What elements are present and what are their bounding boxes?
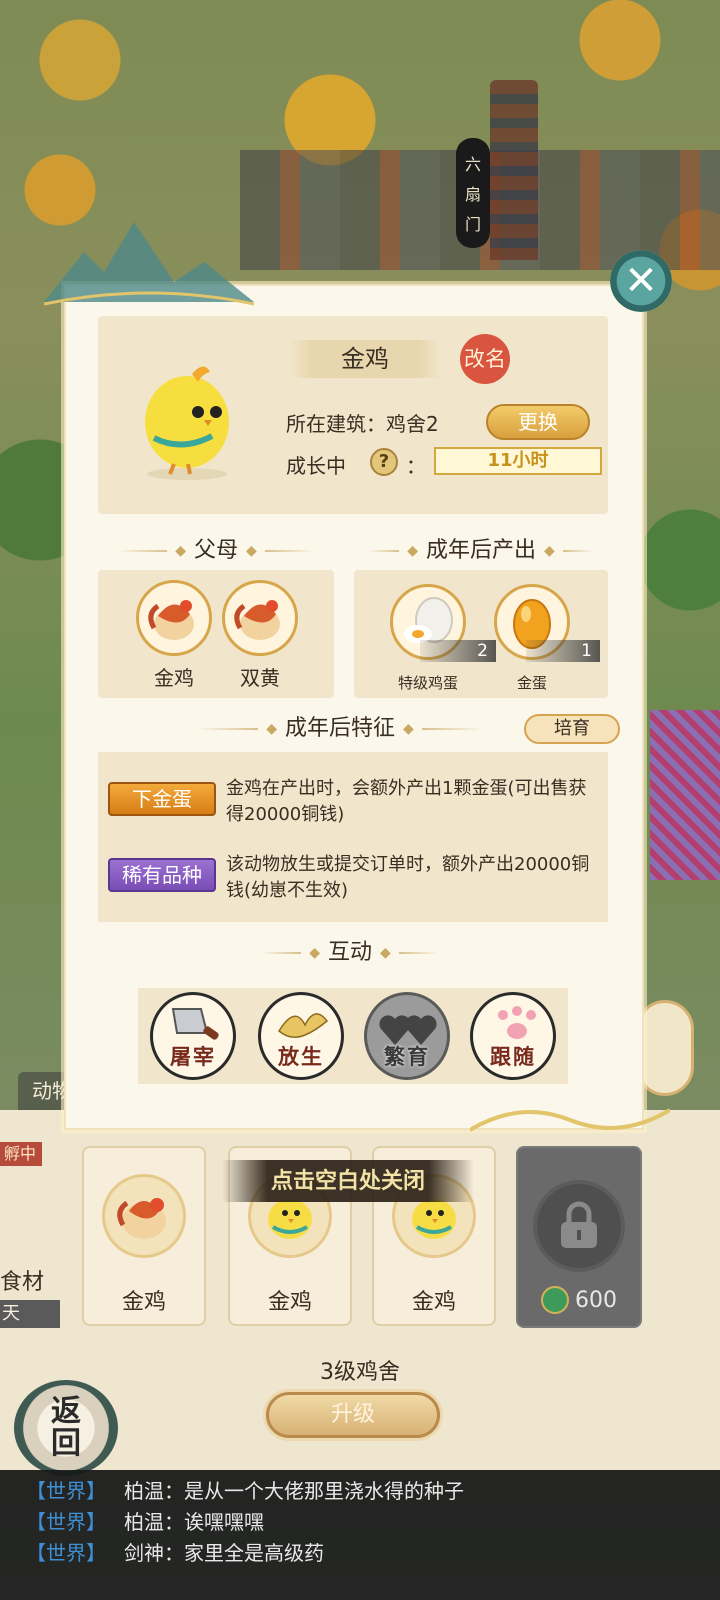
- follow-button[interactable]: 跟随: [470, 992, 556, 1080]
- sign-char: 六: [464, 155, 481, 174]
- divider: [369, 550, 400, 552]
- output-name: 金蛋: [516, 674, 547, 692]
- pen-slot[interactable]: 金鸡: [82, 1146, 206, 1326]
- chat-line: 【世界】 剑神：家里全是高级药: [26, 1538, 720, 1569]
- trait-description: 金鸡在产出时，会额外产出1颗金蛋(可出售获得20000铜钱): [226, 778, 587, 825]
- knot-icon: ◆: [403, 721, 414, 737]
- slot-name: 金鸡: [121, 1290, 166, 1315]
- output-name: 特级鸡蛋: [397, 674, 458, 692]
- knot-icon: ◆: [309, 945, 320, 961]
- trait-description: 该动物放生或提交订单时，额外产出20000铜钱(幼崽不生效): [226, 854, 590, 901]
- sign-char: 扇: [464, 185, 481, 204]
- growing-label: 成长中: [286, 454, 346, 478]
- divider: [261, 952, 302, 954]
- cloud-decoration: [470, 1108, 670, 1132]
- slaughter-button[interactable]: 屠宰: [150, 992, 236, 1080]
- mountain-decoration: [44, 222, 254, 306]
- change-building-button[interactable]: 更换: [486, 404, 590, 440]
- output-section-title: ◆ 成年后产出 ◆: [354, 536, 608, 566]
- output-title: 成年后产出: [425, 538, 536, 563]
- chat-text: 柏温：诶嘿嘿嘿: [124, 1510, 264, 1534]
- golden-egg-trait-tag[interactable]: 下金蛋: [108, 782, 216, 816]
- divider: [398, 952, 439, 954]
- unlock-cost-value: 600: [575, 1287, 617, 1313]
- chat-channel: 【世界】: [26, 1541, 106, 1565]
- help-icon[interactable]: ?: [370, 448, 398, 476]
- cultivate-button[interactable]: 培育: [524, 714, 620, 744]
- chat-line: 【世界】 柏温：是从一个大佬那里浇水得的种子: [26, 1476, 720, 1507]
- chat-channel: 【世界】: [26, 1510, 106, 1534]
- pen-level: 3级鸡舍: [320, 1360, 400, 1385]
- parents-section-title: ◆ 父母 ◆: [98, 536, 334, 566]
- knot-icon: ◆: [266, 721, 277, 737]
- rename-button[interactable]: 改名: [460, 334, 510, 384]
- rare-breed-trait-tag[interactable]: 稀有品种: [108, 858, 216, 892]
- colon: ：: [406, 454, 426, 478]
- traits-section-title: ◆ 成年后特征 ◆: [180, 714, 500, 744]
- output-quantity: 1: [526, 640, 600, 662]
- chat-text: 柏温：是从一个大佬那里浇水得的种子: [124, 1479, 464, 1503]
- jade-coin-icon: [541, 1286, 569, 1314]
- flower-field: [650, 710, 720, 880]
- rooster-icon[interactable]: [136, 580, 212, 656]
- cleaver-icon: [171, 1008, 219, 1040]
- back-char: 返: [51, 1394, 81, 1429]
- chat-text: 剑神：家里全是高级药: [124, 1541, 324, 1565]
- slot-day: 天: [0, 1300, 60, 1328]
- slot-name: 食材: [0, 1270, 45, 1295]
- parent-name: 双黄: [240, 666, 280, 690]
- location-sign[interactable]: 六 扇 门: [456, 138, 490, 248]
- knot-icon: ◆: [380, 945, 391, 961]
- divider: [562, 550, 593, 552]
- divider: [421, 728, 482, 730]
- rooster-icon: [102, 1174, 186, 1258]
- upgrade-button[interactable]: 升级: [266, 1392, 440, 1438]
- knot-icon: ◆: [246, 543, 257, 559]
- divider: [198, 728, 259, 730]
- output-quantity: 2: [420, 640, 496, 662]
- building-label: 所在建筑：鸡舍2: [286, 412, 439, 436]
- release-button[interactable]: 放生: [258, 992, 344, 1080]
- lock-icon: [533, 1180, 625, 1272]
- close-button[interactable]: ✕: [610, 250, 672, 312]
- rooster-icon[interactable]: [222, 580, 298, 656]
- unlock-cost: 600: [541, 1286, 617, 1314]
- knot-icon: ◆: [175, 543, 186, 559]
- chick-icon: [145, 366, 229, 480]
- breed-button[interactable]: 繁育: [364, 992, 450, 1080]
- hatching-badge: 孵中: [0, 1142, 43, 1166]
- close-icon: ✕: [624, 258, 658, 304]
- knot-icon: ◆: [407, 543, 418, 559]
- hearts-icon: [379, 1015, 437, 1045]
- world-chat[interactable]: 【世界】 柏温：是从一个大佬那里浇水得的种子 【世界】 柏温：诶嘿嘿嘿 【世界】 剑神…: [0, 1470, 720, 1600]
- feed-button[interactable]: [636, 1000, 694, 1096]
- chat-line: 【世界】 柏温：诶嘿嘿嘿: [26, 1507, 720, 1538]
- growth-timer: 11小时: [434, 447, 602, 475]
- back-char: 回: [51, 1426, 81, 1461]
- knot-icon: ◆: [544, 543, 555, 559]
- slot-name: 金鸡: [411, 1290, 456, 1315]
- divider: [264, 550, 315, 552]
- bird-icon: [278, 1013, 329, 1038]
- pagoda: [490, 80, 538, 260]
- parents-title: 父母: [193, 538, 238, 563]
- chat-channel: 【世界】: [26, 1479, 106, 1503]
- interact-title: 互动: [327, 940, 372, 965]
- divider: [117, 550, 168, 552]
- interact-section-title: ◆ 互动 ◆: [240, 938, 460, 968]
- back-button[interactable]: 返 回: [14, 1380, 118, 1476]
- parent-name: 金鸡: [154, 666, 194, 690]
- sign-char: 门: [464, 215, 481, 234]
- locked-slot[interactable]: 600: [516, 1146, 642, 1328]
- parents-card: [98, 570, 334, 698]
- traits-title: 成年后特征: [284, 716, 395, 741]
- tap-to-close-hint: 点击空白处关闭: [222, 1160, 474, 1202]
- slot-name: 金鸡: [267, 1290, 312, 1315]
- paw-icon: [498, 1006, 536, 1039]
- animal-name: 金鸡: [290, 340, 440, 378]
